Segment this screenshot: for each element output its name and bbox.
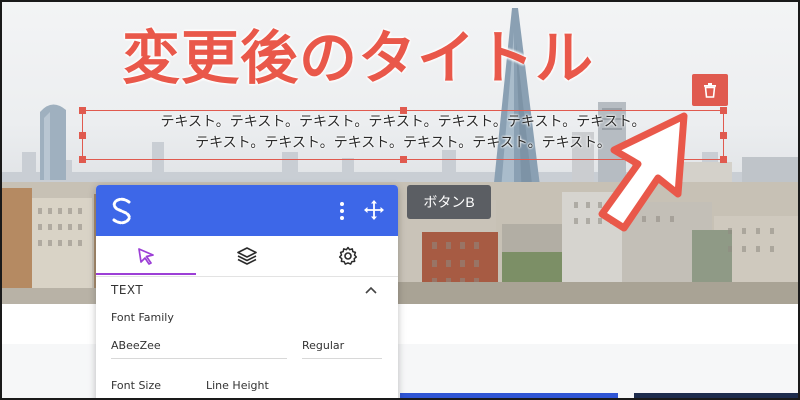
font-family-label: Font Family (111, 311, 174, 324)
section-title[interactable]: TEXT (111, 283, 143, 297)
move-icon[interactable] (364, 200, 384, 220)
resize-handle-bottom-left[interactable] (79, 156, 86, 163)
font-size-label: Font Size (111, 379, 162, 392)
hero-title[interactable]: 変更後のタイトル (122, 16, 682, 100)
trash-icon (704, 83, 716, 98)
screenshot-frame: 変更後のタイトル テキスト。テキスト。テキスト。テキスト。テキスト。テキスト。テ… (0, 0, 800, 400)
logo-icon (112, 197, 131, 225)
gear-icon (338, 246, 358, 265)
pointer-arrow-icon (598, 112, 688, 232)
delete-element-button[interactable] (692, 74, 728, 106)
panel-header[interactable] (96, 185, 398, 236)
active-tab-indicator (96, 273, 196, 275)
panel-tabs (96, 236, 398, 277)
font-weight-select[interactable]: Regular (302, 337, 382, 359)
blue-section-edge (400, 393, 618, 398)
tab-layers[interactable] (197, 236, 297, 276)
layers-icon (237, 247, 257, 265)
dark-section-edge (634, 393, 798, 398)
editor-panel: TEXT Font Family ABeeZee Regular Font Si… (96, 185, 398, 398)
tab-settings[interactable] (298, 236, 398, 276)
more-vertical-icon[interactable] (332, 200, 352, 222)
resize-handle-bottom[interactable] (400, 156, 407, 163)
line-height-label: Line Height (206, 379, 269, 392)
chevron-up-icon[interactable] (364, 285, 378, 295)
cursor-icon (138, 248, 154, 265)
tab-select[interactable] (96, 236, 196, 276)
button-b[interactable]: ボタンB (407, 185, 491, 219)
resize-handle-bottom-right[interactable] (720, 156, 727, 163)
font-family-select[interactable]: ABeeZee (111, 337, 287, 359)
